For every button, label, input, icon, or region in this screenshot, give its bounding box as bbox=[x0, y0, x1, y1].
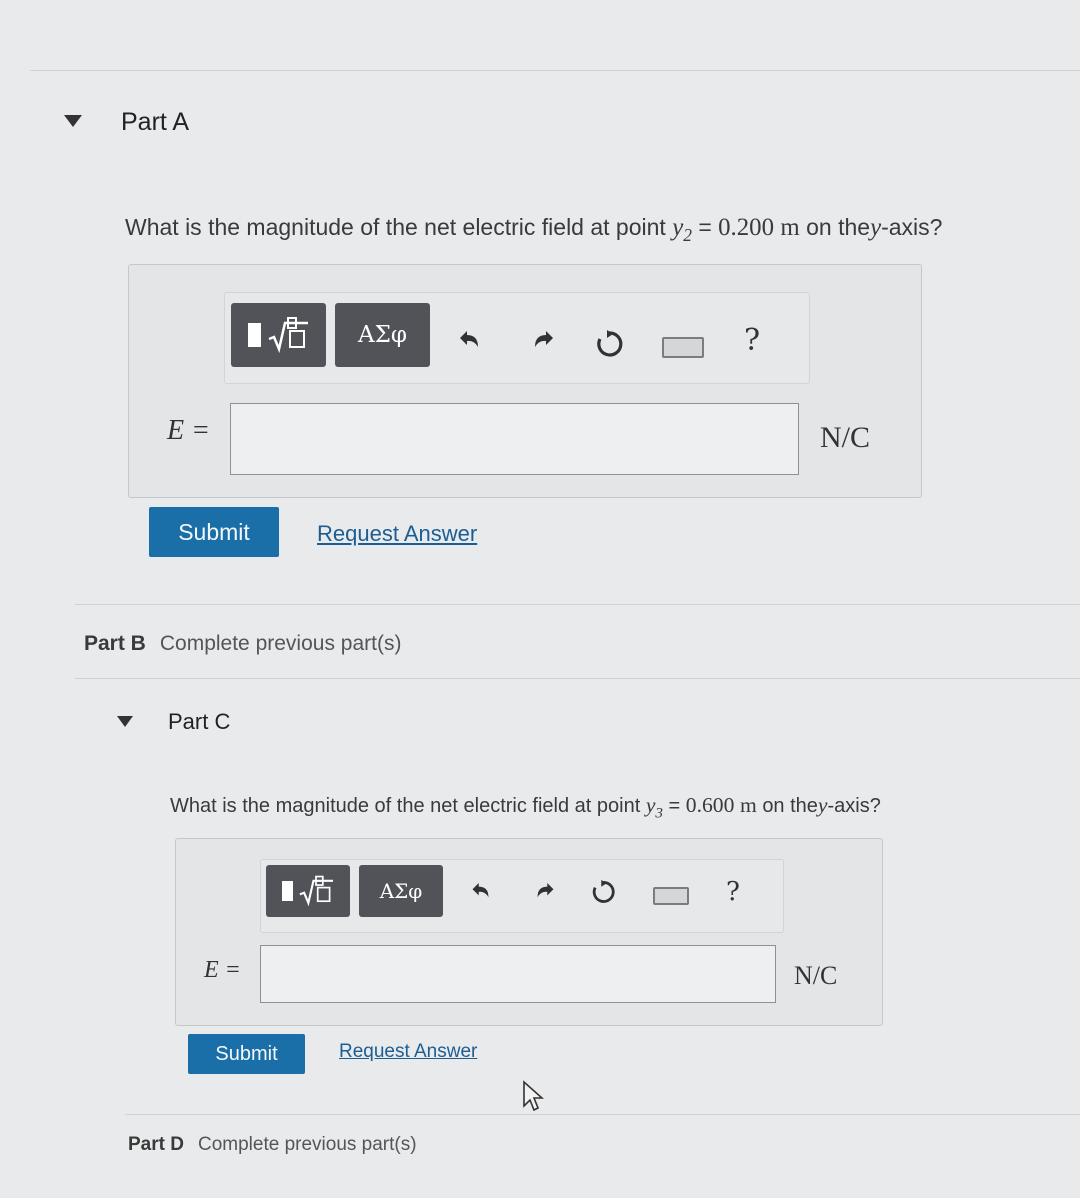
section-divider bbox=[75, 604, 1080, 605]
request-answer-link[interactable]: Request Answer bbox=[339, 1041, 477, 1063]
redo-icon[interactable] bbox=[529, 325, 559, 355]
part-d-locked: Part D Complete previous part(s) bbox=[128, 1134, 417, 1156]
help-icon[interactable]: ? bbox=[726, 877, 740, 907]
answer-panel: ΑΣφ ? E = N/C bbox=[175, 838, 883, 1026]
collapse-caret-icon[interactable] bbox=[64, 115, 82, 127]
point-value: 0.600 bbox=[685, 793, 735, 817]
part-b-locked: Part B Complete previous part(s) bbox=[84, 632, 401, 656]
reset-icon[interactable] bbox=[592, 327, 626, 361]
keyboard-icon[interactable] bbox=[662, 337, 704, 358]
question-tail: on the bbox=[762, 795, 818, 817]
top-divider bbox=[30, 70, 1080, 71]
point-variable: y2 bbox=[672, 214, 692, 245]
axis-variable: y bbox=[870, 214, 882, 241]
collapse-caret-icon[interactable] bbox=[117, 716, 133, 727]
point-value: 0.200 bbox=[718, 214, 775, 241]
question-end: -axis? bbox=[827, 795, 881, 817]
radical-icon bbox=[268, 317, 308, 354]
question-end: -axis? bbox=[881, 214, 943, 240]
part-a-question: What is the magnitude of the net electri… bbox=[125, 214, 942, 246]
undo-icon[interactable] bbox=[466, 877, 494, 905]
radical-icon bbox=[298, 875, 333, 907]
point-unit: m bbox=[739, 793, 757, 817]
templates-button[interactable] bbox=[266, 865, 350, 917]
question-text: What is the magnitude of the net electri… bbox=[125, 214, 666, 240]
answer-input[interactable] bbox=[230, 403, 799, 475]
template-chip-icon bbox=[281, 881, 293, 901]
redo-icon[interactable] bbox=[531, 877, 559, 905]
greek-symbols-button[interactable]: ΑΣφ bbox=[335, 303, 430, 367]
axis-variable: y bbox=[817, 793, 828, 817]
undo-icon[interactable] bbox=[454, 325, 484, 355]
reset-icon[interactable] bbox=[588, 877, 618, 907]
answer-input[interactable] bbox=[260, 945, 776, 1003]
field-label: E = bbox=[204, 957, 241, 983]
section-divider bbox=[75, 678, 1080, 679]
templates-button[interactable] bbox=[231, 303, 326, 367]
part-d-label: Part D bbox=[128, 1134, 184, 1155]
greek-symbols-button[interactable]: ΑΣφ bbox=[359, 865, 443, 917]
keyboard-icon[interactable] bbox=[653, 887, 689, 905]
part-c-title[interactable]: Part C bbox=[168, 709, 230, 735]
point-unit: m bbox=[780, 214, 800, 241]
submit-button[interactable]: Submit bbox=[149, 507, 279, 557]
answer-panel: ΑΣφ ? E = N/C bbox=[128, 264, 922, 498]
question-tail: on the bbox=[806, 214, 871, 240]
part-d-status: Complete previous part(s) bbox=[197, 1134, 417, 1155]
section-divider bbox=[125, 1114, 1080, 1115]
point-variable: y3 bbox=[645, 793, 663, 822]
help-icon[interactable]: ? bbox=[744, 323, 760, 358]
template-chip-icon bbox=[247, 323, 261, 347]
part-c-question: What is the magnitude of the net electri… bbox=[170, 793, 881, 822]
part-b-status: Complete previous part(s) bbox=[159, 632, 402, 655]
equals-sign: = bbox=[698, 214, 712, 240]
submit-button[interactable]: Submit bbox=[188, 1034, 305, 1074]
unit-label: N/C bbox=[820, 421, 871, 454]
field-label: E = bbox=[167, 415, 210, 446]
equals-sign: = bbox=[668, 795, 681, 817]
part-a-title[interactable]: Part A bbox=[121, 108, 189, 137]
part-b-label: Part B bbox=[84, 632, 146, 655]
mouse-cursor-icon bbox=[523, 1080, 544, 1112]
question-text: What is the magnitude of the net electri… bbox=[170, 795, 641, 817]
unit-label: N/C bbox=[794, 961, 838, 990]
request-answer-link[interactable]: Request Answer bbox=[317, 521, 477, 547]
